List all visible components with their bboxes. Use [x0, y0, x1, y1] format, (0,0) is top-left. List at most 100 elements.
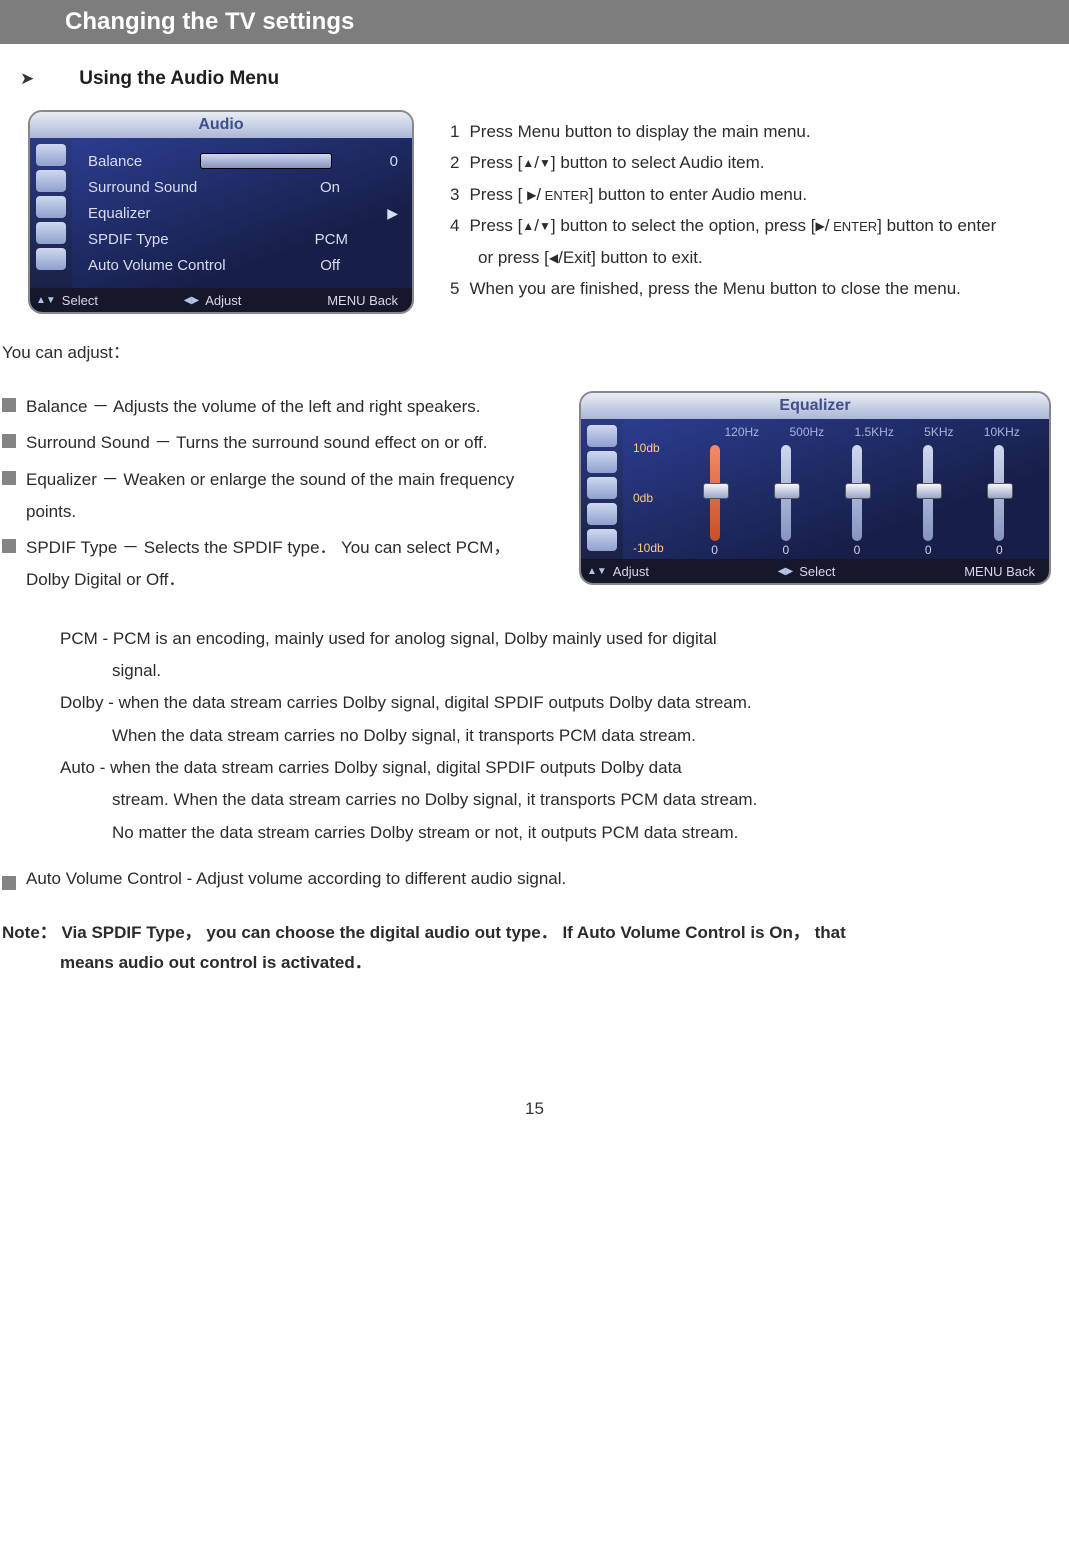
updown-icon: ▲▼	[587, 566, 607, 577]
surround-label: Surround Sound	[88, 179, 197, 196]
eq-slider-500hz[interactable]: 0	[772, 445, 800, 557]
avc-value: Off	[320, 257, 340, 274]
audio-osd-panel: Audio Balance 0	[28, 110, 414, 314]
equalizer-osd-panel: Equalizer 120Hz 500Hz 1	[579, 391, 1051, 585]
up-icon-2: ▲	[522, 215, 534, 237]
square-bullet-icon	[2, 398, 16, 412]
down-icon-2: ▼	[539, 215, 551, 237]
avc-label: Auto Volume Control	[88, 257, 226, 274]
instr-2a: Press [	[469, 153, 522, 172]
osd-audio-icon	[36, 170, 66, 192]
instr-4d: or press [	[478, 248, 549, 267]
instr-3b: ] button to enter Audio menu.	[589, 185, 807, 204]
eq-db-2: -10db	[633, 541, 679, 555]
eq-db-0: 10db	[633, 441, 679, 455]
eq-foot-adjust: Adjust	[613, 564, 649, 579]
page-number: 15	[0, 1099, 1069, 1119]
square-bullet-icon	[2, 471, 16, 485]
square-bullet-icon	[2, 876, 16, 890]
leftright-icon: ◀▶	[778, 566, 793, 577]
osd-setup-icon	[587, 477, 617, 499]
osd-picture-icon	[587, 425, 617, 447]
eq-slider-10khz[interactable]: 0	[985, 445, 1013, 557]
foot-back: MENU Back	[327, 293, 398, 308]
page-title: Changing the TV settings	[65, 8, 354, 36]
pcm-line1: PCM - PCM is an encoding, mainly used fo…	[60, 623, 1051, 655]
pcm-line2: signal.	[112, 655, 1051, 687]
def-equalizer: Equalizer － Weaken or enlarge the sound …	[26, 464, 535, 529]
equalizer-osd-title: Equalizer	[581, 393, 1049, 419]
instr-1: Press Menu button to display the main me…	[469, 116, 810, 147]
section-arrow-icon: ➤	[20, 69, 34, 89]
up-icon: ▲	[522, 152, 534, 174]
audio-osd-footer: ▲▼ Select ◀▶ Adjust MENU Back	[30, 288, 412, 312]
updown-icon: ▲▼	[36, 295, 56, 306]
instruction-list: 1Press Menu button to display the main m…	[450, 116, 996, 305]
spdif-label: SPDIF Type	[88, 231, 169, 248]
instr-4e: /Exit] button to exit.	[558, 248, 703, 267]
eq-foot-select: Select	[799, 564, 835, 579]
osd-lock-icon	[587, 503, 617, 525]
eq-db-1: 0db	[633, 491, 679, 505]
down-icon: ▼	[539, 152, 551, 174]
def-spdif: SPDIF Type － Selects the SPDIF type． You…	[26, 532, 535, 597]
instr-5: When you are finished, press the Menu bu…	[469, 273, 960, 304]
leftright-icon: ◀▶	[184, 295, 199, 306]
def-balance: Balance － Adjusts the volume of the left…	[26, 391, 535, 423]
balance-slider-track[interactable]	[200, 153, 332, 169]
spdif-value: PCM	[315, 231, 348, 248]
section-title: Using the Audio Menu	[79, 68, 279, 90]
eq-freq-3: 5KHz	[924, 425, 953, 439]
eq-freq-0: 120Hz	[724, 425, 759, 439]
right-icon: ▶	[527, 184, 536, 206]
instr-2b: ] button to select Audio item.	[551, 153, 765, 172]
audio-osd-main: Balance 0 Surround Sound On Equalizer ▶	[72, 138, 412, 288]
equalizer-osd-sidebar	[581, 419, 623, 559]
def-surround: Surround Sound － Turns the surround soun…	[26, 427, 535, 459]
audio-row-balance[interactable]: Balance 0	[88, 148, 398, 174]
osd-picture-icon	[36, 144, 66, 166]
note-line2: means audio out control is activated．	[60, 953, 372, 972]
foot-adjust: Adjust	[205, 293, 241, 308]
osd-channel-icon	[36, 248, 66, 270]
foot-select: Select	[62, 293, 98, 308]
osd-lock-icon	[36, 222, 66, 244]
eq-slider-5khz[interactable]: 0	[914, 445, 942, 557]
osd-audio-icon	[587, 451, 617, 473]
note-label: Note：	[2, 923, 57, 942]
osd-setup-icon	[36, 196, 66, 218]
equalizer-label: Equalizer	[88, 205, 151, 222]
eq-freq-1: 500Hz	[789, 425, 824, 439]
square-bullet-icon	[2, 539, 16, 553]
instr-3a: Press [	[469, 185, 527, 204]
you-can-adjust: You can adjust：	[2, 338, 1051, 363]
surround-value: On	[320, 179, 340, 196]
left-icon: ◀	[549, 247, 558, 269]
instr-4a: Press [	[469, 216, 522, 235]
dolby-line2: When the data stream carries no Dolby si…	[112, 720, 1051, 752]
header-bar: Changing the TV settings	[0, 0, 1069, 44]
equalizer-osd-footer: ▲▼ Adjust ◀▶ Select MENU Back	[581, 559, 1049, 583]
eq-slider-1-5khz[interactable]: 0	[843, 445, 871, 557]
audio-osd-sidebar	[30, 138, 72, 288]
audio-row-spdif[interactable]: SPDIF Type PCM	[88, 226, 398, 252]
audio-osd-title: Audio	[30, 112, 412, 138]
eq-freq-4: 10KHz	[984, 425, 1020, 439]
enter-key: ENTER	[541, 188, 589, 203]
note-line1: Via SPDIF Type， you can choose the digit…	[62, 923, 846, 942]
eq-slider-120hz[interactable]: 0	[701, 445, 729, 557]
chevron-right-icon: ▶	[387, 205, 398, 222]
audio-row-equalizer[interactable]: Equalizer ▶	[88, 200, 398, 226]
right-icon-2: ▶	[816, 215, 825, 237]
balance-label: Balance	[88, 153, 142, 170]
auto-line2: stream. When the data stream carries no …	[112, 784, 1051, 816]
audio-row-avc[interactable]: Auto Volume Control Off	[88, 252, 398, 278]
osd-channel-icon	[587, 529, 617, 551]
def-avc: Auto Volume Control - Adjust volume acco…	[26, 869, 566, 889]
audio-row-surround[interactable]: Surround Sound On	[88, 174, 398, 200]
eq-freq-2: 1.5KHz	[854, 425, 893, 439]
eq-foot-back: MENU Back	[964, 564, 1035, 579]
instr-4c: ] button to enter	[877, 216, 996, 235]
balance-value: 0	[390, 153, 398, 170]
dolby-line1: Dolby - when the data stream carries Dol…	[60, 687, 1051, 719]
